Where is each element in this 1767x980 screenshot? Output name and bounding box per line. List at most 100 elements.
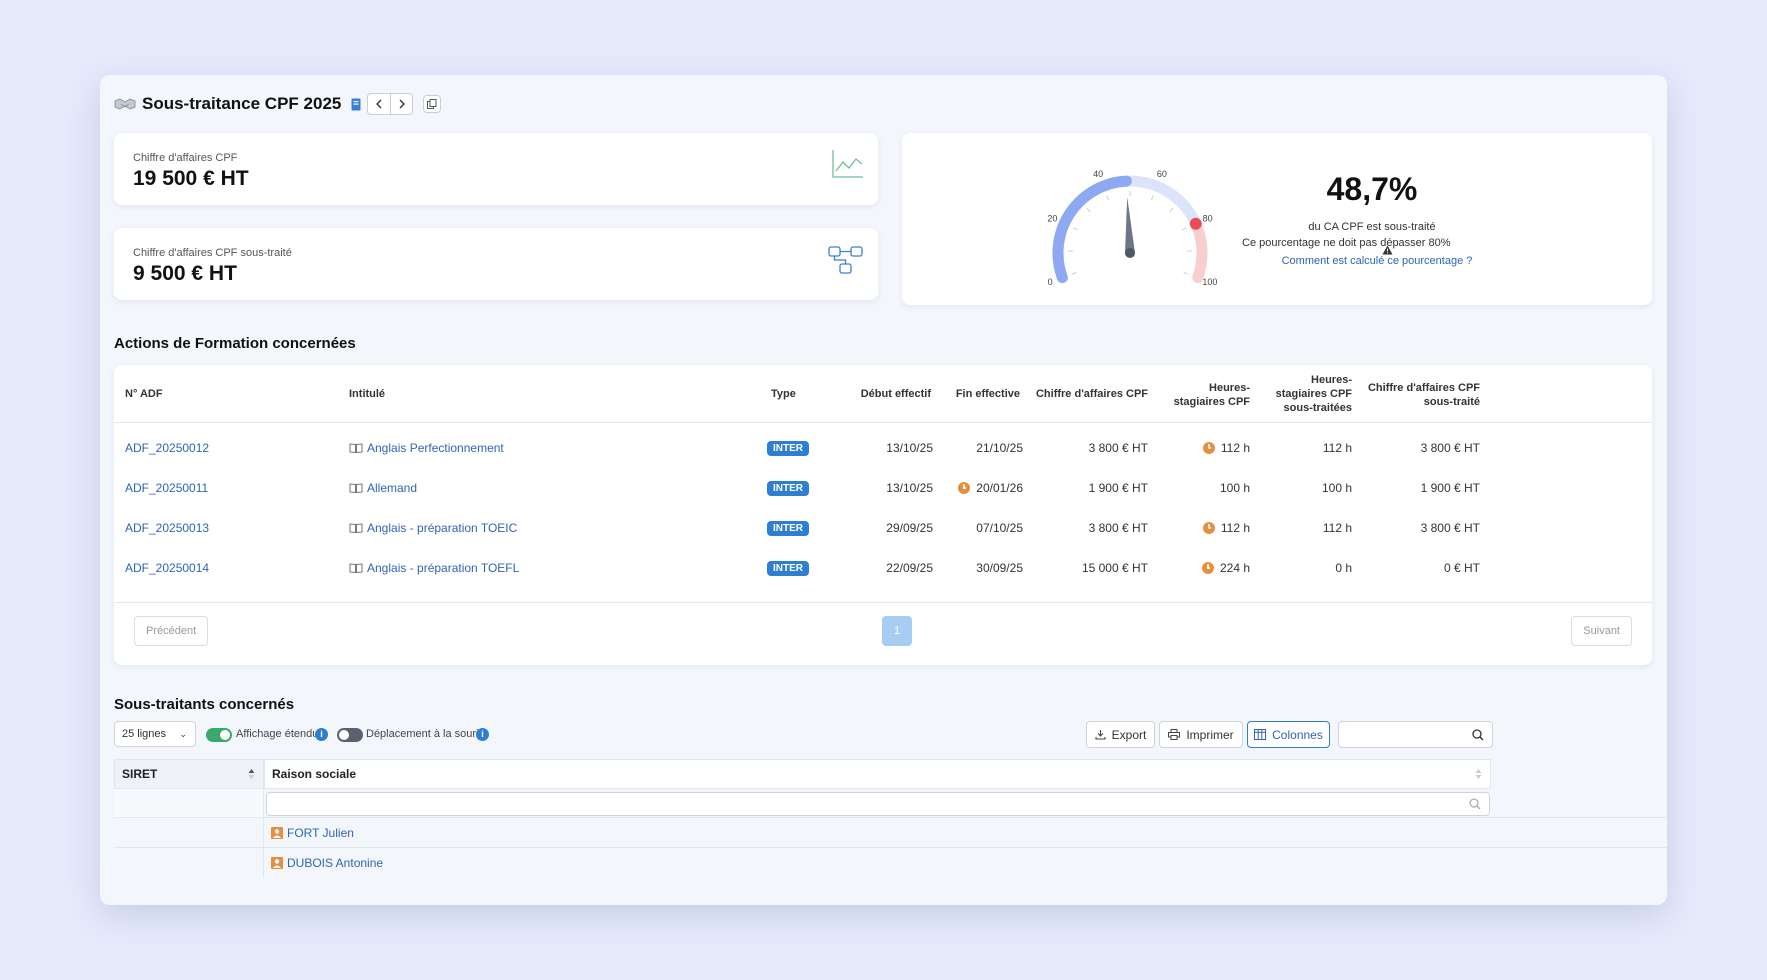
- intitule-text: Anglais Perfectionnement: [367, 441, 504, 455]
- intitule-text: Allemand: [367, 481, 418, 495]
- col-header-heures[interactable]: Heures-stagiaires CPF: [1164, 381, 1250, 409]
- intitule-link[interactable]: Anglais Perfectionnement: [349, 441, 504, 455]
- info-icon[interactable]: i: [315, 728, 328, 741]
- chevron-right-icon: [399, 99, 405, 109]
- gauge-help-link[interactable]: Comment est calculé ce pourcentage ?: [1257, 255, 1497, 267]
- columns-icon: [1254, 729, 1267, 740]
- export-label: Export: [1111, 727, 1147, 742]
- fin-value: 20/01/26: [976, 481, 1023, 495]
- col-header-siret[interactable]: SIRET: [114, 759, 264, 789]
- extended-view-toggle[interactable]: [206, 728, 232, 742]
- record-navigation: [367, 93, 414, 115]
- table-row[interactable]: ADF_20250014 Anglais - préparation TOEFL…: [114, 547, 1652, 592]
- mouse-drag-toggle[interactable]: [337, 728, 363, 742]
- type-cell: INTER: [767, 440, 809, 456]
- debut-cell: 22/09/25: [886, 561, 933, 575]
- handshake-icon: [114, 98, 136, 110]
- table-header: N° ADF Intitulé Type Début effectif Fin …: [114, 365, 1652, 423]
- table-row[interactable]: ADF_20250012 Anglais Perfectionnement IN…: [114, 427, 1652, 472]
- network-icon: [828, 246, 863, 274]
- columns-button[interactable]: Colonnes: [1247, 721, 1330, 748]
- bookmark-icon[interactable]: [351, 98, 361, 111]
- next-page-button[interactable]: Suivant: [1571, 616, 1632, 646]
- intitule-text: Anglais - préparation TOEFL: [367, 561, 520, 575]
- siret-cell: [114, 848, 264, 878]
- previous-page-button[interactable]: Précédent: [134, 616, 209, 646]
- filter-input-raison-sociale[interactable]: [266, 792, 1490, 816]
- heures-st-cell: 0 h: [1335, 561, 1352, 575]
- copy-icon: [427, 99, 437, 109]
- debut-cell: 13/10/25: [886, 481, 933, 495]
- sort-asc-icon: [248, 769, 255, 779]
- heures-cell: 224 h: [1164, 561, 1250, 575]
- col-header-raison-sociale[interactable]: Raison sociale: [264, 759, 1491, 789]
- intitule-link[interactable]: Allemand: [349, 481, 417, 495]
- columns-label: Colonnes: [1272, 727, 1323, 742]
- gauge-percent: 48,7%: [1326, 171, 1418, 207]
- print-button[interactable]: Imprimer: [1159, 721, 1243, 748]
- page-number-button[interactable]: 1: [882, 616, 912, 646]
- filter-cell-empty: [114, 789, 264, 817]
- ca-st-cell: 0 € HT: [1443, 561, 1480, 575]
- next-record-button[interactable]: [390, 94, 412, 114]
- heures-st-cell: 100 h: [1321, 481, 1352, 495]
- heures-cell: 112 h: [1164, 521, 1250, 535]
- gauge-needle: [1125, 197, 1135, 254]
- gauge-chart: 0 20 40 60 80 100: [1047, 169, 1217, 287]
- line-chart-icon: [832, 150, 863, 178]
- gauge-tick-label: 80: [1203, 213, 1213, 223]
- book-icon: [349, 483, 363, 493]
- heures-value: 112 h: [1220, 521, 1250, 535]
- table-row[interactable]: ADF_20250011 Allemand INTER 13/10/25 20/…: [114, 467, 1652, 512]
- intitule-text: Anglais - préparation TOEIC: [367, 521, 518, 535]
- raison-sociale-text: FORT Julien: [287, 826, 354, 840]
- kpi-card-ca-cpf-sous-traite: Chiffre d'affaires CPF sous-traité 9 500…: [114, 228, 878, 300]
- heures-cell: 112 h: [1164, 441, 1250, 455]
- heures-cell: 100 h: [1164, 481, 1250, 495]
- raison-sociale-link[interactable]: FORT Julien: [271, 826, 354, 840]
- col-header-intitule[interactable]: Intitulé: [349, 387, 385, 401]
- ca-cell: 15 000 € HT: [1081, 561, 1148, 575]
- page-title: Sous-traitance CPF 2025: [142, 94, 342, 113]
- fin-cell: 30/09/25: [934, 561, 1023, 575]
- gauge-tick: [1086, 208, 1091, 213]
- clock-icon: [958, 482, 971, 494]
- adf-link[interactable]: ADF_20250011: [125, 481, 208, 495]
- type-badge: INTER: [767, 561, 809, 576]
- adf-link[interactable]: ADF_20250014: [125, 561, 209, 575]
- info-icon[interactable]: i: [476, 728, 489, 741]
- fin-cell: 07/10/25: [934, 521, 1023, 535]
- fin-value: 07/10/25: [976, 521, 1023, 535]
- copy-button[interactable]: [423, 95, 442, 113]
- search-icon: [1469, 798, 1481, 810]
- gauge-tick: [1183, 272, 1189, 275]
- table-row[interactable]: ADF_20250013 Anglais - préparation TOEIC…: [114, 507, 1652, 552]
- debut-cell: 29/09/25: [886, 521, 933, 535]
- adf-link[interactable]: ADF_20250013: [125, 521, 209, 535]
- actions-section-title: Actions de Formation concernées: [114, 335, 356, 352]
- col-header-adf[interactable]: N° ADF: [125, 387, 163, 401]
- col-header-fin[interactable]: Fin effective: [934, 387, 1020, 401]
- col-header-ca-st[interactable]: Chiffre d'affaires CPF sous-traité: [1354, 381, 1480, 409]
- search-input[interactable]: [1338, 721, 1493, 748]
- list-item[interactable]: DUBOIS Antonine: [114, 847, 1667, 878]
- page-size-value: 25 lignes: [122, 728, 167, 740]
- col-header-heures-st[interactable]: Heures-stagiaires CPF sous-traitées: [1264, 373, 1352, 415]
- page-header: Sous-traitance CPF 2025: [114, 91, 442, 117]
- raison-sociale-link[interactable]: DUBOIS Antonine: [271, 856, 383, 870]
- list-item[interactable]: FORT Julien: [114, 817, 1667, 848]
- export-button[interactable]: Export: [1086, 721, 1155, 748]
- gauge-card: 0 20 40 60 80 100 48,7% du CA CPF est sous-tr…: [902, 133, 1652, 305]
- col-header-ca[interactable]: Chiffre d'affaires CPF: [1019, 387, 1148, 401]
- previous-record-button[interactable]: [368, 94, 390, 114]
- chevron-down-icon: ⌄: [179, 729, 187, 739]
- col-header-debut[interactable]: Début effectif: [814, 387, 931, 401]
- toggle-knob: [339, 730, 349, 740]
- intitule-link[interactable]: Anglais - préparation TOEFL: [349, 561, 519, 575]
- kpi-label: Chiffre d'affaires CPF: [133, 152, 238, 164]
- adf-link[interactable]: ADF_20250012: [125, 441, 209, 455]
- ca-cell: 1 900 € HT: [1088, 481, 1148, 495]
- intitule-link[interactable]: Anglais - préparation TOEIC: [349, 521, 517, 535]
- page-size-select[interactable]: 25 lignes ⌄: [114, 721, 196, 747]
- col-header-type[interactable]: Type: [771, 387, 796, 401]
